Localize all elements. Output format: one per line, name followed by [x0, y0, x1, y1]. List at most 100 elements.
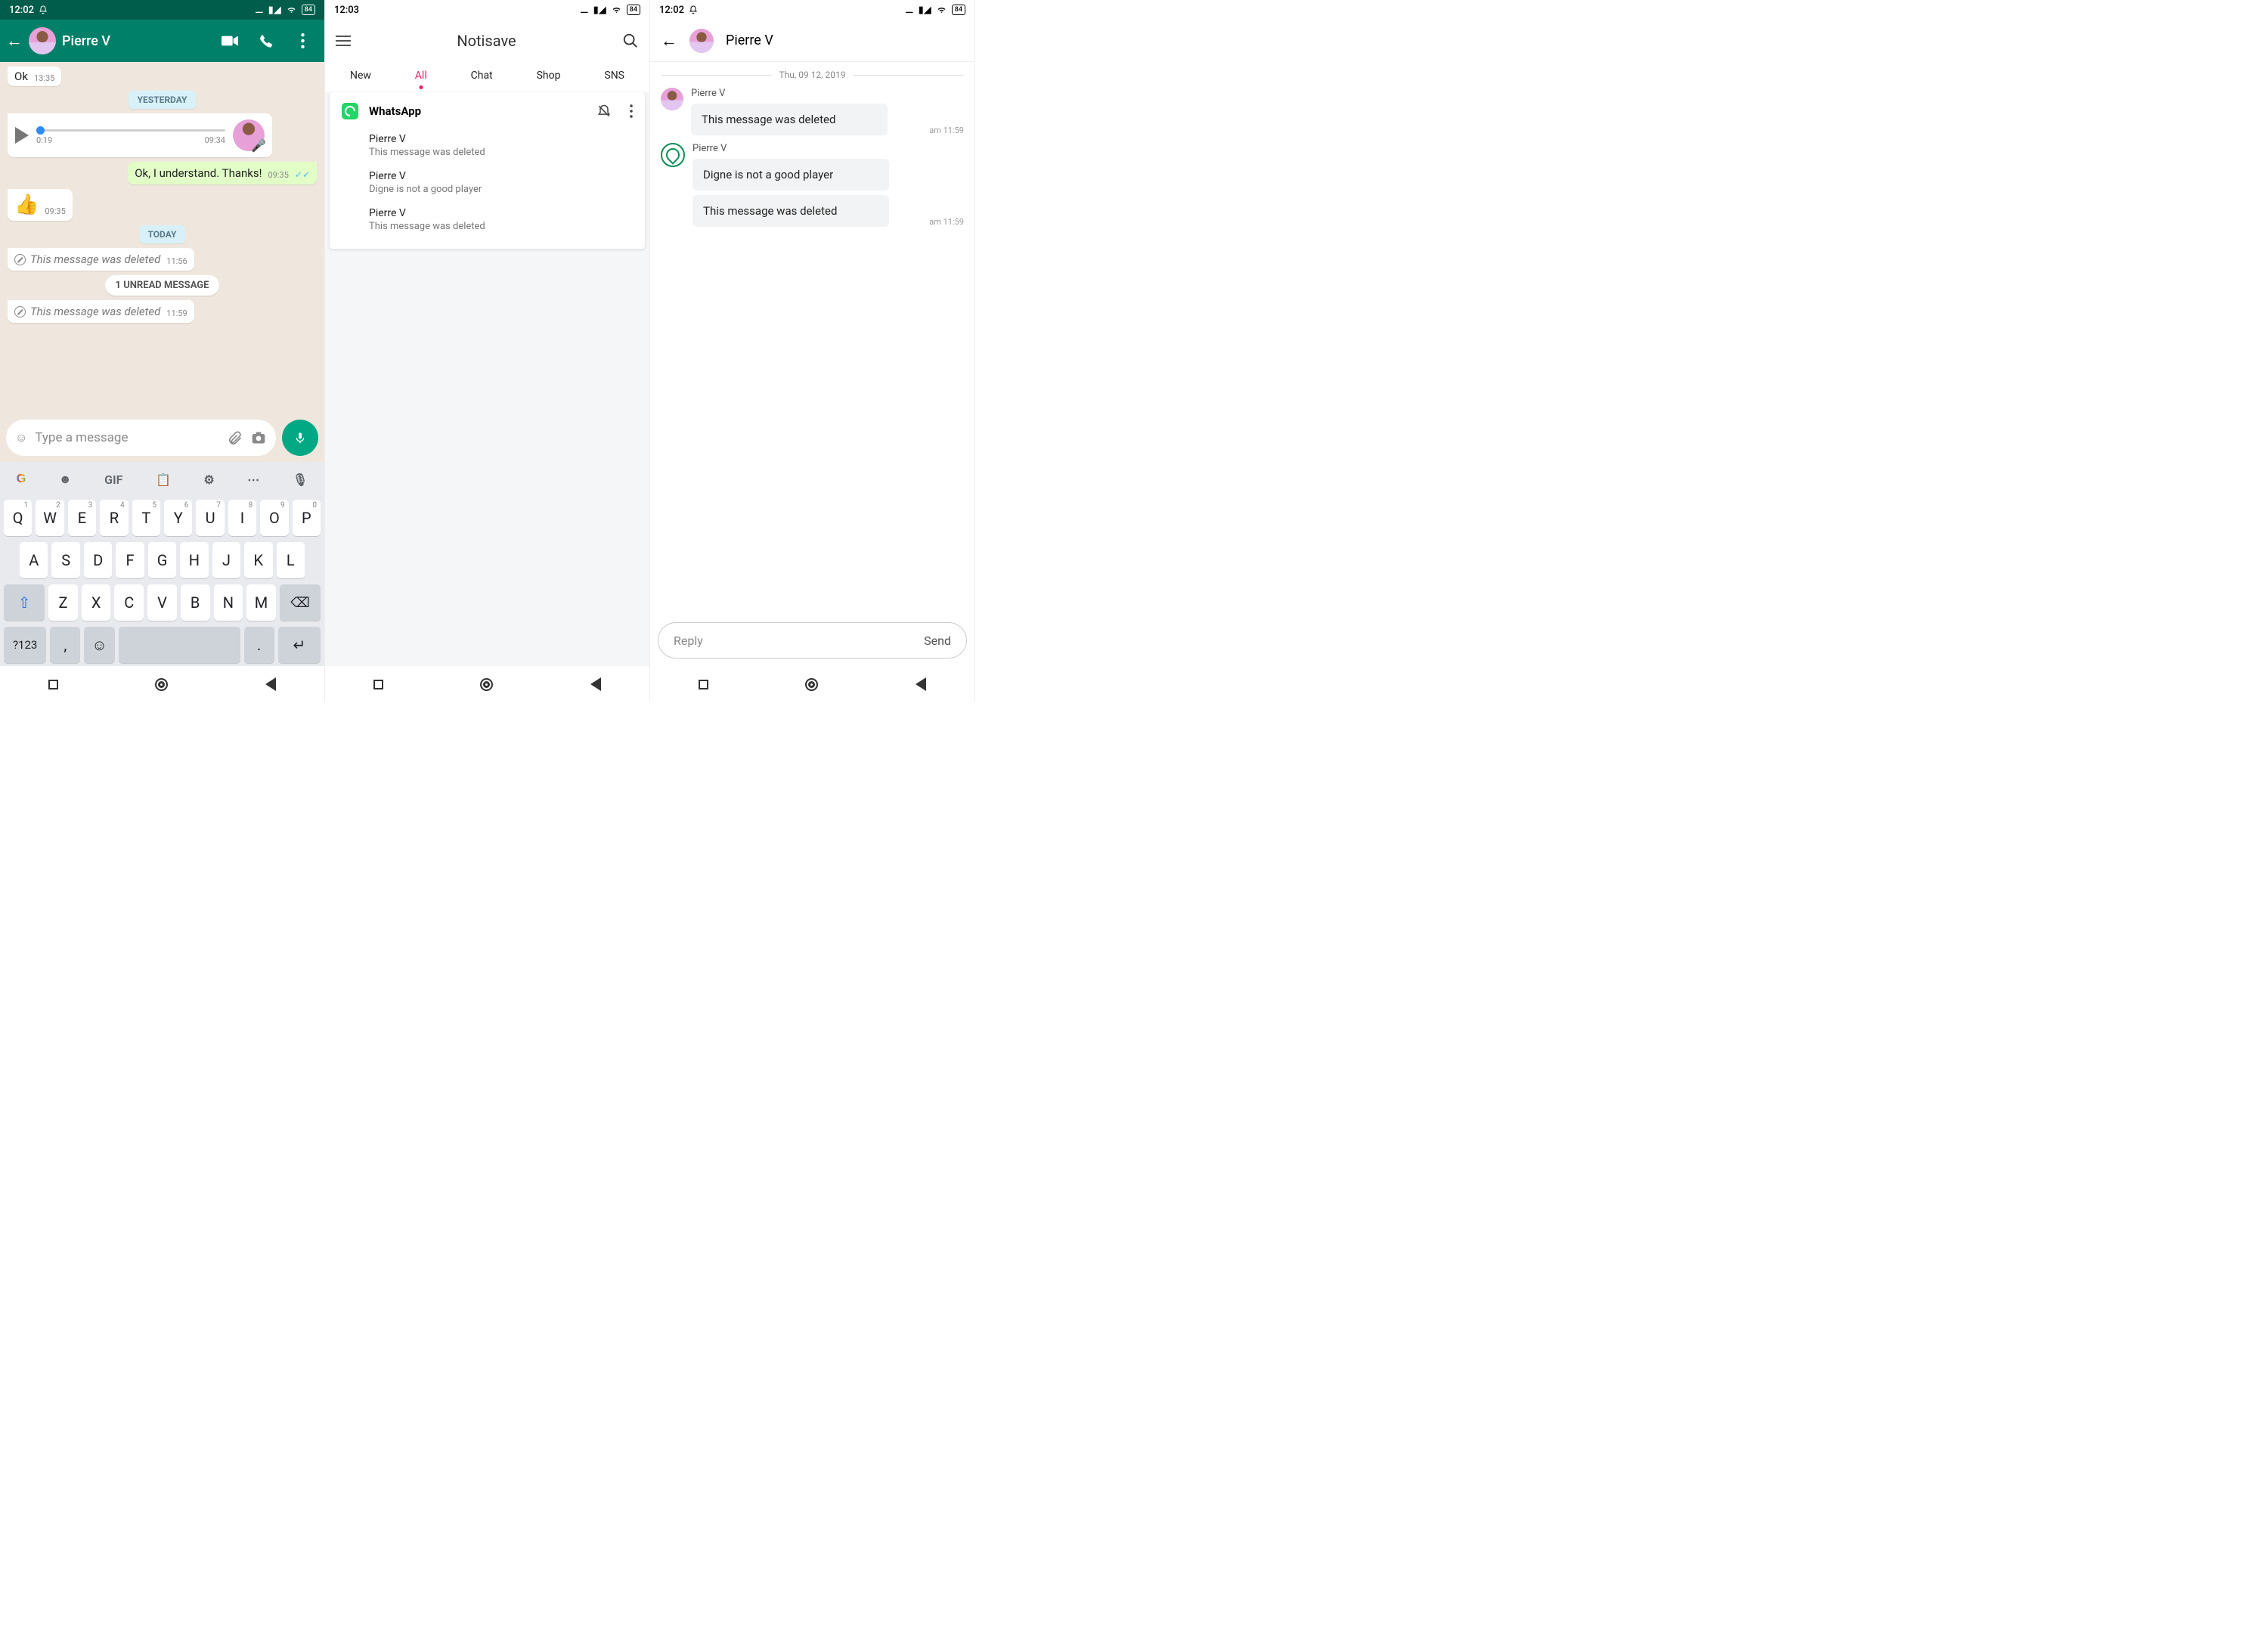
key-t[interactable]: T5	[132, 500, 160, 536]
key-d[interactable]: D	[84, 542, 112, 578]
key-j[interactable]: J	[212, 542, 240, 578]
message-bubble[interactable]: This message was deleted	[692, 195, 889, 227]
tab-chat[interactable]: Chat	[471, 70, 493, 82]
key-z[interactable]: Z	[48, 584, 78, 621]
back-button[interactable]: ←	[6, 31, 23, 51]
key-a[interactable]: A	[20, 542, 48, 578]
key-i[interactable]: I8	[228, 500, 256, 536]
mic-button[interactable]	[282, 420, 318, 456]
back-button[interactable]	[916, 677, 926, 691]
message-bubble[interactable]: This message was deleted	[691, 104, 888, 135]
voice-type-button[interactable]: 🎙	[293, 473, 308, 487]
tab-sns[interactable]: SNS	[604, 70, 624, 82]
key-v[interactable]: V	[147, 584, 177, 621]
comma-key[interactable]: ,	[50, 627, 80, 663]
key-c[interactable]: C	[114, 584, 144, 621]
reply-input[interactable]: Reply Send	[658, 622, 967, 658]
key-k[interactable]: K	[244, 542, 272, 578]
key-l[interactable]: L	[277, 542, 305, 578]
deleted-message[interactable]: This message was deleted 11:56	[8, 248, 194, 271]
notification-item[interactable]: Pierre V Digne is not a good player	[342, 164, 633, 201]
contact-avatar[interactable]	[689, 29, 714, 53]
key-y[interactable]: Y6	[164, 500, 192, 536]
key-p[interactable]: P0	[293, 500, 321, 536]
tab-all[interactable]: All	[415, 70, 427, 82]
voice-call-button[interactable]	[258, 33, 274, 49]
settings-button[interactable]: ⚙	[203, 473, 214, 487]
video-call-button[interactable]	[222, 33, 238, 49]
menu-button[interactable]	[336, 36, 351, 46]
input-placeholder: Type a message	[35, 430, 220, 445]
back-button[interactable]: ←	[661, 31, 677, 51]
message-bubble-out[interactable]: Ok, I understand. Thanks! 09:35 ✓✓	[128, 162, 317, 184]
play-button[interactable]	[15, 127, 29, 144]
tab-new[interactable]: New	[350, 70, 371, 82]
message-bubble[interactable]: Digne is not a good player	[692, 159, 889, 191]
message-input[interactable]: ☺ Type a message	[6, 420, 276, 456]
back-button[interactable]	[265, 677, 276, 691]
android-nav	[325, 666, 649, 702]
recents-button[interactable]	[373, 680, 383, 689]
notification-item[interactable]: Pierre V This message was deleted	[342, 201, 633, 238]
notification-card[interactable]: WhatsApp Pierre V This message was delet…	[330, 92, 645, 249]
home-button[interactable]	[480, 678, 493, 691]
mute-button[interactable]	[596, 104, 612, 119]
key-b[interactable]: B	[181, 584, 210, 621]
key-e[interactable]: E3	[68, 500, 96, 536]
notification-item[interactable]: Pierre V This message was deleted	[342, 127, 633, 164]
phone-notisave-list: 12:03 ⚊ ▮◢ 84 Notisave New All Chat Shop…	[325, 0, 650, 702]
key-m[interactable]: M	[246, 584, 276, 621]
key-f[interactable]: F	[116, 542, 144, 578]
card-more-button[interactable]	[630, 104, 633, 118]
key-x[interactable]: X	[82, 584, 111, 621]
key-q[interactable]: Q1	[4, 500, 32, 536]
more-button[interactable]	[294, 33, 311, 49]
recents-button[interactable]	[48, 680, 58, 689]
list-body: WhatsApp Pierre V This message was delet…	[325, 92, 649, 666]
chat-header: ← Pierre V	[0, 20, 324, 62]
home-button[interactable]	[155, 678, 168, 691]
tab-shop[interactable]: Shop	[537, 70, 561, 82]
key-h[interactable]: H	[180, 542, 208, 578]
space-key[interactable]	[119, 627, 240, 663]
chat-body: Ok 13:35 YESTERDAY 0:19 09:34 🎤 Ok, I un…	[0, 62, 324, 415]
clipboard-button[interactable]: 📋	[156, 473, 171, 487]
more-button[interactable]: ⋯	[247, 473, 259, 487]
emoji-message[interactable]: 👍 09:35	[8, 189, 73, 221]
date-separator-yesterday: YESTERDAY	[129, 91, 197, 109]
voice-duration: 0:19	[36, 135, 52, 145]
google-icon[interactable]: G	[17, 473, 26, 486]
emoji-button[interactable]: ☺	[15, 430, 27, 445]
gif-button[interactable]: GIF	[104, 473, 122, 487]
send-button[interactable]: Send	[924, 634, 951, 648]
key-u[interactable]: U7	[196, 500, 224, 536]
key-g[interactable]: G	[148, 542, 176, 578]
detail-header: ← Pierre V	[650, 20, 974, 62]
key-w[interactable]: W2	[36, 500, 64, 536]
attach-button[interactable]	[228, 430, 243, 445]
deleted-message[interactable]: This message was deleted 11:59	[8, 300, 194, 323]
voice-message[interactable]: 0:19 09:34 🎤	[8, 113, 272, 157]
shift-key[interactable]: ⇧	[4, 584, 45, 621]
contact-avatar[interactable]	[29, 27, 56, 54]
key-n[interactable]: N	[214, 584, 243, 621]
enter-key[interactable]: ↵	[278, 627, 321, 663]
key-o[interactable]: O9	[260, 500, 288, 536]
message-bubble[interactable]: Ok 13:35	[8, 67, 61, 86]
keyboard-row-3: ⇧ ZXCVBNM ⌫	[0, 581, 324, 624]
contact-name[interactable]: Pierre V	[62, 33, 215, 49]
emoji-key[interactable]: ☺	[84, 627, 114, 663]
sticker-button[interactable]: ☻	[59, 472, 72, 487]
camera-button[interactable]	[250, 430, 267, 445]
wifi-icon	[611, 5, 622, 14]
home-button[interactable]	[805, 678, 818, 691]
back-button[interactable]	[590, 677, 601, 691]
recents-button[interactable]	[699, 680, 708, 689]
key-s[interactable]: S	[51, 542, 79, 578]
period-key[interactable]: .	[244, 627, 274, 663]
search-button[interactable]	[622, 33, 639, 49]
key-r[interactable]: R4	[100, 500, 128, 536]
read-ticks-icon: ✓✓	[295, 169, 310, 180]
symbols-key[interactable]: ?123	[4, 627, 46, 663]
backspace-key[interactable]: ⌫	[280, 584, 321, 621]
